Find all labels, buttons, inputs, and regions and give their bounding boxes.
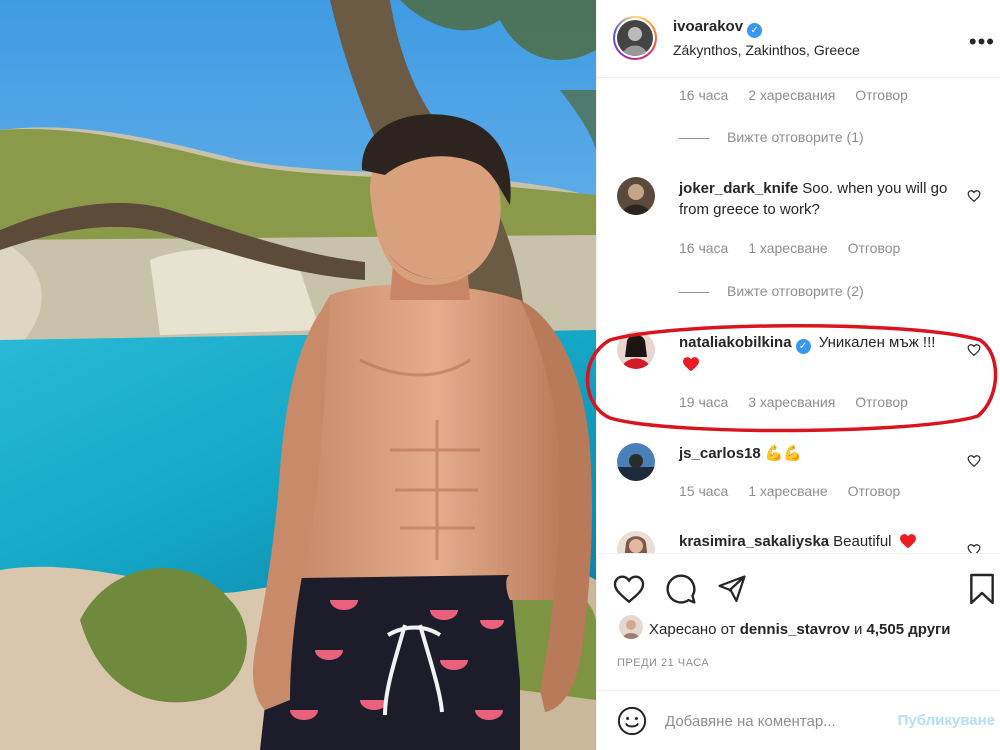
like-comment-heart-icon[interactable] [967, 343, 981, 357]
comment-meta: 19 часа 3 харесвания Отговор [679, 394, 924, 410]
add-comment-bar: Публикуване [597, 690, 1000, 750]
verified-icon: ✓ [747, 23, 763, 38]
comment-meta: 15 часа 1 харесване Отговор [679, 483, 916, 499]
comment-meta: 16 часа 2 харесвания Отговор [679, 87, 924, 103]
commenter-username[interactable]: joker_dark_knife [679, 180, 798, 197]
comment-input[interactable] [665, 709, 885, 733]
comment-text: joker_dark_knife Soo. when you will go fr… [679, 178, 959, 220]
reply-button[interactable]: Отговор [848, 240, 901, 256]
share-icon[interactable] [717, 574, 747, 604]
liked-by-conj: и [853, 621, 863, 638]
bookmark-icon[interactable] [967, 573, 997, 605]
commenter-avatar[interactable] [617, 331, 655, 369]
view-replies-label: Вижте отговорите (1) [727, 129, 864, 145]
likes-summary[interactable]: Харесано от dennis_stavrov и 4,505 други [649, 621, 951, 638]
post-location[interactable]: Zákynthos, Zakinthos, Greece [673, 42, 860, 58]
comment-text: nataliakobilkina ✓ Уникален мъж !!! [679, 332, 959, 375]
commenter-avatar[interactable] [617, 443, 655, 481]
liker-avatar[interactable] [619, 615, 643, 639]
post-side-panel: ivoarakov ✓ Zákynthos, Zakinthos, Greece … [596, 0, 1000, 750]
comment-likes[interactable]: 1 харесване [748, 483, 827, 499]
commenter-username[interactable]: nataliakobilkina ✓ [679, 334, 811, 354]
red-heart-emoji-icon [899, 534, 916, 549]
comment-time: 16 часа [679, 240, 729, 256]
red-heart-emoji-icon [683, 357, 699, 372]
comment-likes[interactable]: 2 харесвания [748, 87, 835, 103]
comment-meta: 16 часа 1 харесване Отговор [679, 240, 916, 256]
like-comment-heart-icon[interactable] [967, 543, 981, 553]
verified-icon: ✓ [795, 339, 811, 354]
liked-by-prefix: Харесано от [649, 621, 736, 638]
replies-divider [679, 137, 709, 139]
view-replies-button[interactable]: Вижте отговорите (1) [679, 129, 864, 145]
liked-by-username[interactable]: dennis_stavrov [740, 621, 850, 638]
comment-body: Beautiful [833, 533, 892, 550]
author-avatar[interactable] [613, 16, 657, 60]
comment-time: 15 часа [679, 483, 729, 499]
more-options-icon[interactable]: ••• [969, 31, 995, 53]
commenter-username[interactable]: krasimira_sakaliyska [679, 533, 829, 550]
commenter-avatar[interactable] [617, 177, 655, 215]
comment-icon[interactable] [665, 573, 697, 605]
reply-button[interactable]: Отговор [855, 394, 908, 410]
replies-divider [679, 291, 709, 293]
view-replies-button[interactable]: Вижте отговорите (2) [679, 283, 864, 299]
post-time-ago[interactable]: ПРЕДИ 21 ЧАСА [617, 657, 709, 669]
commenter-username[interactable]: js_carlos18 [679, 445, 761, 462]
view-replies-label: Вижте отговорите (2) [727, 283, 864, 299]
heart-icon[interactable] [613, 574, 645, 604]
author-username[interactable]: ivoarakov [673, 18, 743, 35]
like-comment-heart-icon[interactable] [967, 189, 981, 203]
comment-text: krasimira_sakaliyska Beautiful [679, 531, 979, 552]
publish-button[interactable]: Публикуване [898, 712, 995, 729]
comment-time: 19 часа [679, 394, 729, 410]
comment-likes[interactable]: 3 харесвания [748, 394, 835, 410]
emoji-icon[interactable] [617, 706, 647, 736]
comment-likes[interactable]: 1 харесване [748, 240, 827, 256]
post-header: ivoarakov ✓ Zákynthos, Zakinthos, Greece … [597, 0, 1000, 78]
comment-body: Уникален мъж !!! [818, 334, 936, 351]
comment-body: 💪💪 [764, 445, 803, 462]
comments-list[interactable]: 16 часа 2 харесвания Отговор Вижте отгов… [597, 79, 1000, 553]
comment-time: 16 часа [679, 87, 729, 103]
liked-by-others[interactable]: 4,505 други [867, 621, 951, 638]
reply-button[interactable]: Отговор [848, 483, 901, 499]
like-comment-heart-icon[interactable] [967, 454, 981, 468]
post-image [0, 0, 596, 750]
post-photo[interactable] [0, 0, 596, 750]
reply-button[interactable]: Отговор [855, 87, 908, 103]
commenter-avatar[interactable] [617, 531, 655, 553]
comment-text: js_carlos18 💪💪 [679, 443, 959, 464]
